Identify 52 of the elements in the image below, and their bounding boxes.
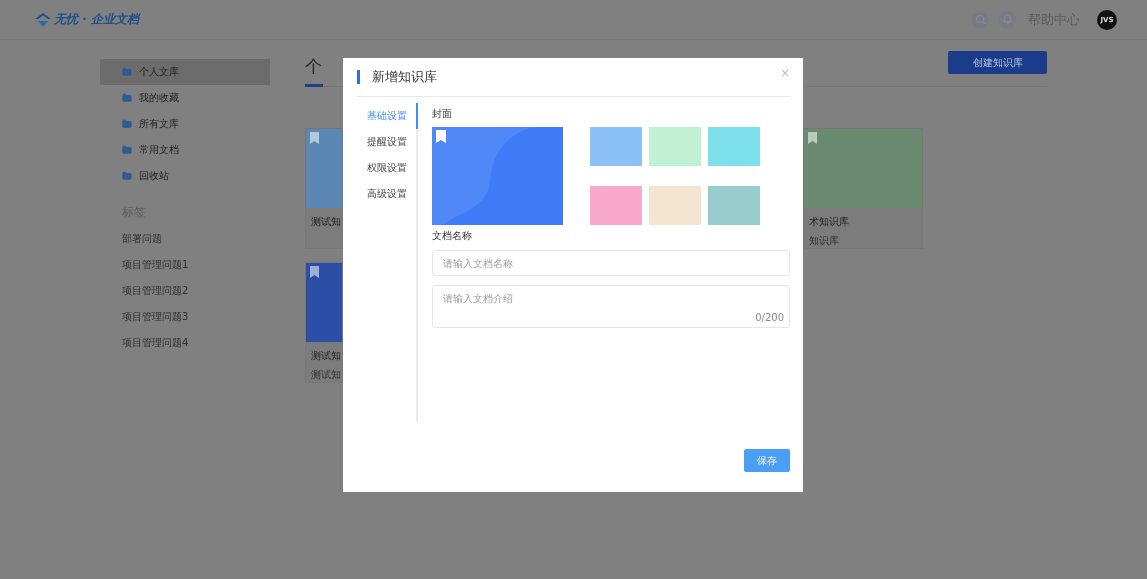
tag-link[interactable]: 部署问题 — [122, 232, 270, 247]
name-input-field[interactable]: 请输入文档名称 — [432, 250, 790, 276]
cover-label: 封面 — [432, 107, 453, 121]
name-label: 文档名称 — [432, 229, 473, 243]
folder-icon — [122, 119, 132, 129]
cover-swatch[interactable] — [708, 127, 760, 166]
sidebar-item-label: 我的收藏 — [139, 91, 179, 105]
folder-icon — [122, 171, 132, 181]
sidebar-item[interactable]: 常用文档 — [100, 137, 270, 163]
knowledge-card[interactable]: 测试知 — [305, 128, 343, 249]
sidebar-item[interactable]: 所有文库 — [100, 111, 270, 137]
card-title: 测试知 — [310, 349, 342, 363]
folder-icon — [122, 67, 132, 77]
search-icon[interactable] — [971, 10, 989, 29]
settings-tab[interactable]: 高级设置 — [357, 181, 418, 207]
logo-text: 无忧 · 企业文档 — [54, 11, 139, 28]
sidebar-item-label: 个人文库 — [139, 65, 179, 79]
card-title: 术知识库 — [808, 215, 850, 229]
cover-swatch[interactable] — [590, 186, 642, 225]
sidebar-item-label: 常用文档 — [139, 143, 179, 157]
sidebar-item[interactable]: 我的收藏 — [100, 85, 270, 111]
sidebar-item-label: 回收站 — [139, 169, 169, 183]
create-knowledge-base-button[interactable]: 创建知识库 — [948, 51, 1047, 74]
card-subtitle: 测试知 — [310, 368, 342, 382]
cover-swatch[interactable] — [590, 127, 642, 166]
cover-swatch[interactable] — [649, 127, 701, 166]
knowledge-card[interactable]: 术知识库 知识库 — [803, 128, 923, 249]
tag-link[interactable]: 项目管理问题3 — [122, 310, 270, 325]
knowledge-card[interactable]: 测试知 测试知 — [305, 262, 343, 383]
sidebar-item[interactable]: 个人文库 — [100, 59, 270, 85]
sidebar-item-label: 所有文库 — [139, 117, 179, 131]
character-counter: 0/200 — [755, 312, 784, 323]
bookmark-icon — [310, 266, 319, 278]
tag-link[interactable]: 项目管理问题1 — [122, 258, 270, 273]
folder-icon — [122, 145, 132, 155]
folder-icon — [122, 93, 132, 103]
tag-link[interactable]: 项目管理问题2 — [122, 284, 270, 299]
page-title: 个 — [305, 59, 323, 87]
cover-swatch[interactable] — [708, 186, 760, 225]
card-subtitle: 知识库 — [808, 234, 840, 248]
tag-link[interactable]: 项目管理问题4 — [122, 336, 270, 351]
bookmark-icon — [808, 132, 817, 144]
save-button[interactable]: 保存 — [744, 449, 790, 472]
cover-swatch[interactable] — [649, 186, 701, 225]
settings-tab[interactable]: 提醒设置 — [357, 129, 418, 155]
sidebar-item[interactable]: 回收站 — [100, 163, 270, 189]
logo-icon — [35, 12, 51, 27]
card-title: 测试知 — [310, 215, 342, 229]
settings-tab[interactable]: 基础设置 — [357, 103, 418, 129]
settings-tab[interactable]: 权限设置 — [357, 155, 418, 181]
dialog-title: 新增知识库 — [372, 68, 437, 86]
bookmark-icon — [310, 132, 319, 144]
